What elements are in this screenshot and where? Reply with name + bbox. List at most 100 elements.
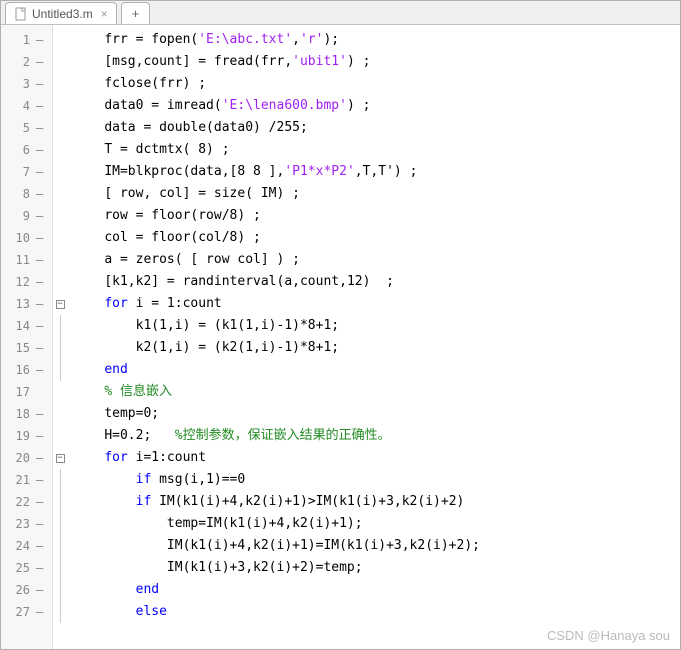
code-line[interactable]: % 信息嵌入 [73, 381, 680, 403]
code-line[interactable]: data0 = imread('E:\lena600.bmp') ; [73, 95, 680, 117]
line-number[interactable]: 27— [1, 601, 52, 623]
code-token: IM(k1(i)+3,k2(i)+2)=temp; [167, 560, 363, 575]
code-line[interactable]: fclose(frr) ; [73, 73, 680, 95]
code-line[interactable]: row = floor(row/8) ; [73, 205, 680, 227]
code-token: IM(k1(i)+4,k2(i)+1)=IM(k1(i)+3,k2(i)+2); [167, 538, 480, 553]
line-number[interactable]: 5— [1, 117, 52, 139]
fold-line [60, 513, 61, 535]
code-token: i = 1:count [128, 296, 222, 311]
fold-cell[interactable]: − [53, 293, 67, 315]
code-line[interactable]: [k1,k2] = randinterval(a,count,12) ; [73, 271, 680, 293]
code-line[interactable]: IM(k1(i)+4,k2(i)+1)=IM(k1(i)+3,k2(i)+2); [73, 535, 680, 557]
line-number[interactable]: 19— [1, 425, 52, 447]
line-number[interactable]: 15— [1, 337, 52, 359]
fold-cell [53, 183, 67, 205]
fold-cell [53, 535, 67, 557]
code-line[interactable]: k1(1,i) = (k1(1,i)-1)*8+1; [73, 315, 680, 337]
code-line[interactable]: frr = fopen('E:\abc.txt','r'); [73, 29, 680, 51]
code-line[interactable]: temp=0; [73, 403, 680, 425]
fold-cell [53, 73, 67, 95]
line-number[interactable]: 2— [1, 51, 52, 73]
code-token: if [136, 472, 152, 487]
code-line[interactable]: for i = 1:count [73, 293, 680, 315]
code-line[interactable]: else [73, 601, 680, 623]
code-line[interactable]: [msg,count] = fread(frr,'ubit1') ; [73, 51, 680, 73]
line-number[interactable]: 13— [1, 293, 52, 315]
fold-line [60, 601, 61, 623]
line-number[interactable]: 16— [1, 359, 52, 381]
code-line[interactable]: if msg(i,1)==0 [73, 469, 680, 491]
code-token: T = dctmtx( 8) ; [104, 142, 229, 157]
line-number[interactable]: 21— [1, 469, 52, 491]
fold-cell [53, 469, 67, 491]
code-line[interactable]: col = floor(col/8) ; [73, 227, 680, 249]
code-token: end [104, 362, 127, 377]
code-token: H=0.2; [104, 428, 174, 443]
line-number[interactable]: 17 [1, 381, 52, 403]
line-number[interactable]: 9— [1, 205, 52, 227]
code-line[interactable]: IM=blkproc(data,[8 8 ],'P1*x*P2',T,T') ; [73, 161, 680, 183]
fold-cell [53, 205, 67, 227]
line-number[interactable]: 10— [1, 227, 52, 249]
code-line[interactable]: H=0.2; %控制参数，保证嵌入结果的正确性。 [73, 425, 680, 447]
code-token: , [292, 32, 300, 47]
line-number[interactable]: 1— [1, 29, 52, 51]
fold-line [60, 579, 61, 601]
fold-cell [53, 359, 67, 381]
line-number[interactable]: 26— [1, 579, 52, 601]
code-token: for [104, 450, 127, 465]
code-line[interactable]: temp=IM(k1(i)+4,k2(i)+1); [73, 513, 680, 535]
code-line[interactable]: T = dctmtx( 8) ; [73, 139, 680, 161]
line-number[interactable]: 14— [1, 315, 52, 337]
code-line[interactable]: [ row, col] = size( IM) ; [73, 183, 680, 205]
line-number[interactable]: 4— [1, 95, 52, 117]
fold-minus-icon[interactable]: − [56, 454, 65, 463]
line-number[interactable]: 3— [1, 73, 52, 95]
code-line[interactable]: if IM(k1(i)+4,k2(i)+1)>IM(k1(i)+3,k2(i)+… [73, 491, 680, 513]
fold-cell [53, 51, 67, 73]
code-token: [msg,count] = fread(frr, [104, 54, 292, 69]
code-token: temp=IM(k1(i)+4,k2(i)+1); [167, 516, 363, 531]
code-line[interactable]: data = double(data0) /255; [73, 117, 680, 139]
close-icon[interactable]: × [101, 7, 108, 21]
line-number[interactable]: 23— [1, 513, 52, 535]
fold-cell [53, 161, 67, 183]
code-token: ) ; [347, 98, 370, 113]
line-number[interactable]: 18— [1, 403, 52, 425]
fold-cell[interactable]: − [53, 447, 67, 469]
line-number[interactable]: 7— [1, 161, 52, 183]
code-token: col = floor(col/8) ; [104, 230, 261, 245]
fold-cell [53, 227, 67, 249]
code-line[interactable]: end [73, 359, 680, 381]
code-line[interactable]: IM(k1(i)+3,k2(i)+2)=temp; [73, 557, 680, 579]
line-number[interactable]: 22— [1, 491, 52, 513]
code-token: ,T,T') ; [355, 164, 418, 179]
code-editor[interactable]: 1—2—3—4—5—6—7—8—9—10—11—12—13—14—15—16—1… [1, 25, 680, 649]
fold-minus-icon[interactable]: − [56, 300, 65, 309]
line-number[interactable]: 24— [1, 535, 52, 557]
code-token: k2(1,i) = (k2(1,i)-1)*8+1; [136, 340, 340, 355]
code-line[interactable]: k2(1,i) = (k2(1,i)-1)*8+1; [73, 337, 680, 359]
line-number[interactable]: 11— [1, 249, 52, 271]
code-token: data0 = imread( [104, 98, 221, 113]
code-area[interactable]: frr = fopen('E:\abc.txt','r'); [msg,coun… [67, 25, 680, 649]
line-number[interactable]: 6— [1, 139, 52, 161]
fold-cell [53, 337, 67, 359]
line-number[interactable]: 20— [1, 447, 52, 469]
fold-cell [53, 579, 67, 601]
line-number[interactable]: 12— [1, 271, 52, 293]
code-line[interactable]: for i=1:count [73, 447, 680, 469]
fold-line [60, 337, 61, 359]
line-number[interactable]: 8— [1, 183, 52, 205]
code-line[interactable]: end [73, 579, 680, 601]
line-number[interactable]: 25— [1, 557, 52, 579]
fold-cell [53, 513, 67, 535]
new-tab-button[interactable]: + [121, 2, 151, 24]
tab-file[interactable]: Untitled3.m × [5, 2, 117, 24]
code-token: IM(k1(i)+4,k2(i)+1)>IM(k1(i)+3,k2(i)+2) [151, 494, 464, 509]
code-token: k1(1,i) = (k1(1,i)-1)*8+1; [136, 318, 340, 333]
code-line[interactable]: a = zeros( [ row col] ) ; [73, 249, 680, 271]
tab-bar: Untitled3.m × + [1, 1, 680, 25]
code-token: 'ubit1' [292, 54, 347, 69]
fold-line [60, 557, 61, 579]
